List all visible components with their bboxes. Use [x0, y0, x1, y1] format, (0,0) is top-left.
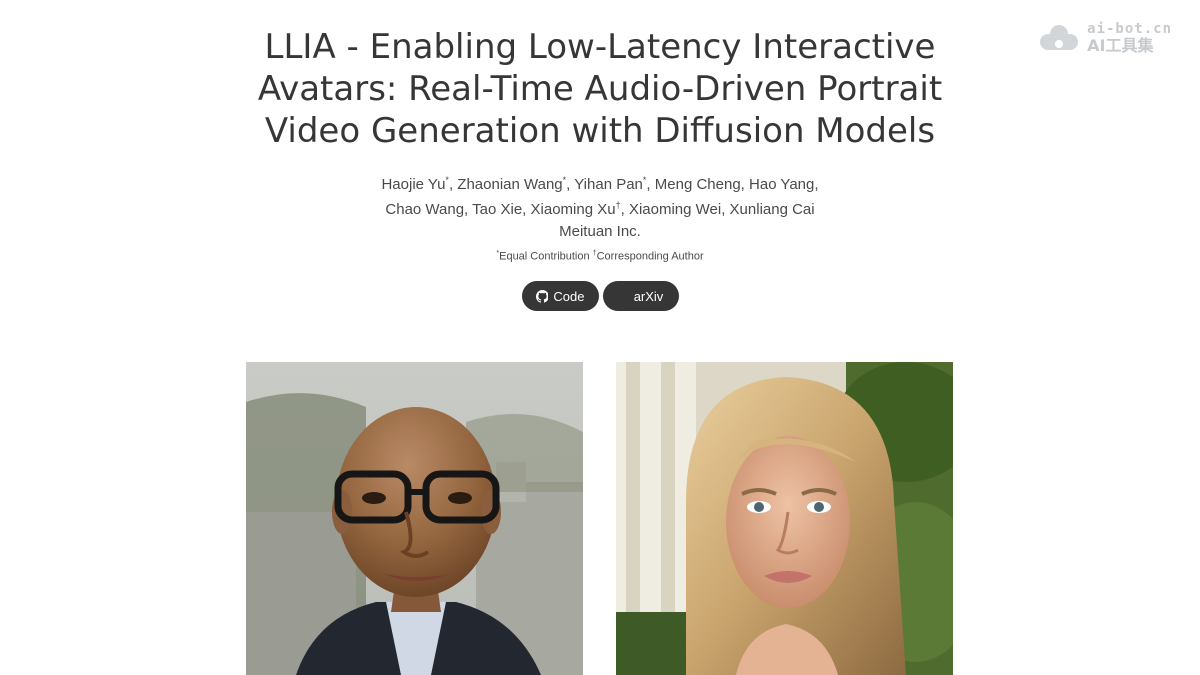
author-name[interactable]: Zhaonian Wang: [457, 176, 562, 193]
arxiv-button-label: arXiv: [633, 288, 664, 304]
author-sep: ,: [814, 176, 819, 193]
corresponding-author-note: Corresponding Author: [596, 250, 704, 263]
author-line-1: Haojie Yu*, Zhaonian Wang*, Yihan Pan*, …: [0, 172, 1200, 197]
demo-video-left[interactable]: [246, 362, 583, 675]
equal-contribution-note: Equal Contribution: [499, 250, 590, 263]
demo-video-right[interactable]: [616, 362, 953, 675]
author-sep: ,: [646, 176, 655, 193]
github-icon: [535, 289, 549, 303]
author-notes: *Equal Contribution †Corresponding Autho…: [0, 250, 1200, 263]
code-button-label: Code: [553, 288, 585, 304]
portrait-man-image: [246, 362, 583, 675]
author-name[interactable]: Xunliang Cai: [730, 201, 815, 218]
author-sep: ,: [620, 201, 629, 218]
author-list: Haojie Yu*, Zhaonian Wang*, Yihan Pan*, …: [0, 172, 1200, 222]
author-name[interactable]: Meng Cheng: [655, 176, 741, 193]
author-name[interactable]: Xiaoming Wei: [629, 201, 721, 218]
portrait-woman-image: [616, 362, 953, 675]
title-line-1: LLIA - Enabling Low-Latency Interactive: [264, 27, 936, 67]
author-name[interactable]: Haojie Yu: [381, 176, 445, 193]
author-name[interactable]: Hao Yang: [749, 176, 814, 193]
author-name[interactable]: Xiaoming Xu: [531, 201, 616, 218]
author-line-2: Chao Wang, Tao Xie, Xiaoming Xu†, Xiaomi…: [0, 197, 1200, 222]
author-sep: ,: [522, 201, 531, 218]
arxiv-button[interactable]: arXiv: [602, 281, 679, 311]
author-name[interactable]: Yihan Pan: [574, 176, 643, 193]
author-sep: ,: [721, 201, 730, 218]
author-name[interactable]: Tao Xie: [472, 201, 522, 218]
author-sep: ,: [464, 201, 473, 218]
affiliation: Meituan Inc.: [559, 223, 641, 240]
title-line-3: Video Generation with Diffusion Models: [264, 111, 936, 151]
title-line-2: Avatars: Real-Time Audio-Driven Portrait: [257, 69, 943, 109]
author-name[interactable]: Chao Wang: [385, 201, 464, 218]
author-sep: ,: [740, 176, 750, 193]
page-title: LLIA - Enabling Low-Latency Interactive …: [0, 26, 1200, 152]
code-button[interactable]: Code: [521, 281, 599, 311]
link-buttons: Code arXiv: [0, 281, 1200, 311]
